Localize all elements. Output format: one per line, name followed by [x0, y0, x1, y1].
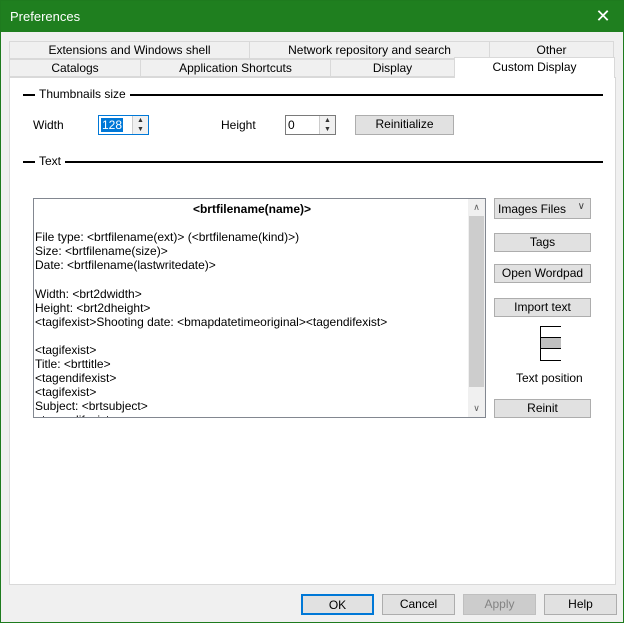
text-position-selector[interactable]	[540, 326, 561, 361]
text-line: Height: <brt2dheight>	[35, 300, 151, 315]
width-label: Width	[33, 118, 64, 132]
width-spinner[interactable]: 128 ▲ ▼	[98, 115, 149, 135]
text-line: <tagifexist>Shooting date: <bmapdatetime…	[35, 314, 388, 329]
thumbnails-group-label: Thumbnails size	[39, 87, 130, 101]
spin-down-icon[interactable]: ▼	[133, 125, 148, 134]
tab-extensions[interactable]: Extensions and Windows shell	[9, 41, 250, 59]
open-wordpad-button[interactable]: Open Wordpad	[494, 264, 591, 283]
text-group: Text	[23, 154, 603, 168]
text-line: <tagifexist>	[35, 342, 97, 357]
import-text-button[interactable]: Import text	[494, 298, 591, 317]
text-line	[35, 216, 469, 230]
file-type-select[interactable]: Images Files ∨	[494, 198, 591, 219]
text-line	[35, 329, 469, 343]
position-middle[interactable]	[541, 338, 561, 349]
tab-custom-display[interactable]: Custom Display	[454, 57, 615, 78]
window-title: Preferences	[10, 9, 81, 24]
height-value[interactable]: 0	[288, 118, 295, 132]
height-label: Height	[221, 118, 256, 132]
text-line: Title: <brttitle>	[35, 357, 111, 372]
scrollbar-thumb[interactable]	[469, 216, 484, 387]
text-position-label: Text position	[516, 371, 583, 385]
file-type-value: Images Files	[498, 202, 567, 216]
text-group-label: Text	[39, 154, 66, 168]
text-line: Subject: <brtsubject>	[35, 399, 148, 414]
position-top[interactable]	[541, 327, 561, 338]
position-bottom[interactable]	[541, 349, 561, 360]
title-bar: Preferences ✕	[1, 1, 623, 32]
ok-button[interactable]: OK	[301, 594, 374, 615]
spin-down-icon[interactable]: ▼	[320, 125, 335, 134]
text-line: Width: <brt2dwidth>	[35, 286, 142, 301]
height-spinner[interactable]: 0 ▲ ▼	[285, 115, 336, 135]
text-line: Size: <brtfilename(size)>	[35, 244, 168, 259]
tab-catalogs[interactable]: Catalogs	[9, 59, 141, 77]
text-line: <tagendifexist>	[35, 413, 469, 417]
cancel-button[interactable]: Cancel	[382, 594, 455, 615]
scroll-up-icon[interactable]: ∧	[468, 199, 485, 216]
width-value[interactable]: 128	[101, 118, 124, 132]
scroll-down-icon[interactable]: ∨	[468, 400, 485, 417]
apply-button[interactable]: Apply	[463, 594, 536, 615]
thumbnails-group: Thumbnails size	[23, 87, 603, 101]
chevron-down-icon: ∨	[577, 201, 585, 212]
spin-up-icon[interactable]: ▲	[320, 116, 335, 125]
help-button[interactable]: Help	[544, 594, 617, 615]
tags-button[interactable]: Tags	[494, 233, 591, 252]
reinitialize-button[interactable]: Reinitialize	[355, 115, 454, 135]
text-line: File type: <brtfilename(ext)> (<brtfilen…	[35, 230, 300, 245]
text-line: Date: <brtfilename(lastwritedate)>	[35, 258, 216, 273]
tab-application-shortcuts[interactable]: Application Shortcuts	[140, 59, 331, 77]
template-text-area[interactable]: <brtfilename(name)> File type: <brtfilena…	[33, 198, 486, 418]
close-icon[interactable]: ✕	[583, 1, 623, 32]
text-line: <brtfilename(name)>	[192, 202, 312, 216]
spin-up-icon[interactable]: ▲	[133, 116, 148, 125]
preferences-window: Preferences ✕ Extensions and Windows she…	[0, 0, 624, 623]
text-line: <tagifexist>	[35, 385, 97, 400]
reinit-button[interactable]: Reinit	[494, 399, 591, 418]
text-line	[35, 272, 469, 286]
text-line: <tagendifexist>	[35, 371, 117, 386]
tab-display[interactable]: Display	[330, 59, 455, 77]
vertical-scrollbar[interactable]: ∧ ∨	[468, 199, 485, 417]
